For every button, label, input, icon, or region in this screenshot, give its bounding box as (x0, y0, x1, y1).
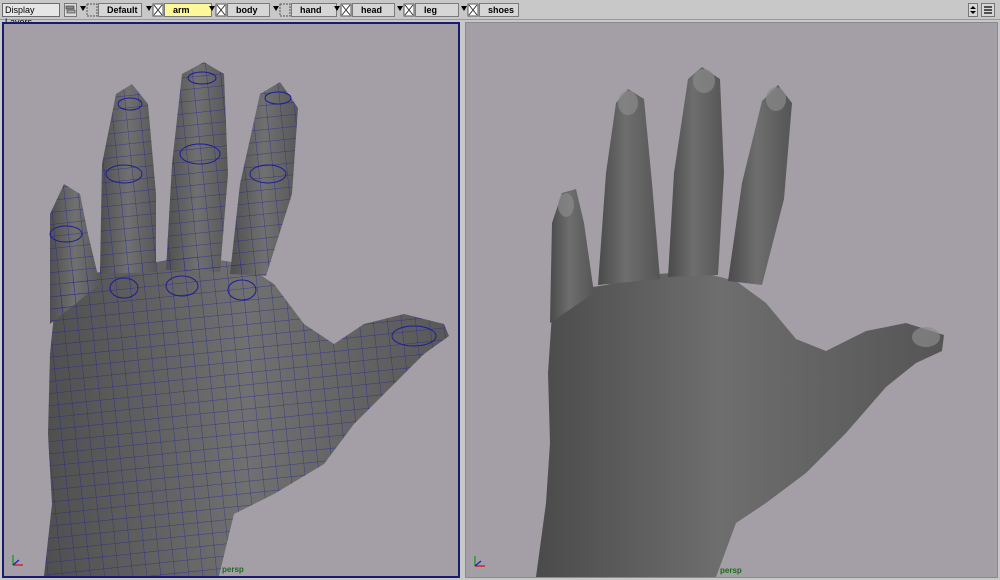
visibility-toggle-icon[interactable] (279, 3, 291, 17)
axis-gizmo-icon (472, 553, 488, 569)
visibility-toggle-icon[interactable] (215, 3, 227, 17)
layer-name[interactable]: hand (291, 3, 337, 17)
layer-name[interactable]: shoes (479, 3, 519, 17)
layer-body[interactable]: body (215, 3, 270, 17)
layer-name[interactable]: leg (415, 3, 459, 17)
layer-menu-button[interactable] (981, 3, 995, 17)
visibility-toggle-icon[interactable] (340, 3, 352, 17)
layer-hand[interactable]: hand (279, 3, 337, 17)
scroll-layers-button[interactable] (968, 3, 978, 17)
layer-options-icon[interactable] (64, 3, 77, 17)
visibility-toggle-icon[interactable] (152, 3, 164, 17)
layer-shoes[interactable]: shoes (467, 3, 519, 17)
layer-head[interactable]: head (340, 3, 395, 17)
camera-label: persp (222, 565, 244, 574)
layer-name[interactable]: head (352, 3, 395, 17)
hand-smooth-model (536, 67, 944, 577)
hand-silhouette (536, 67, 944, 577)
visibility-toggle-icon[interactable] (467, 3, 479, 17)
layer-toolbar: Display Layers Default arm body hand (0, 0, 1000, 27)
camera-label: persp (720, 566, 742, 575)
visibility-toggle-icon[interactable] (86, 3, 98, 17)
visibility-toggle-icon[interactable] (403, 3, 415, 17)
display-layers-dropdown[interactable]: Display Layers (2, 3, 60, 27)
layer-arm[interactable]: arm (152, 3, 212, 17)
viewport-wireframe-shaded[interactable]: persp (2, 22, 460, 578)
axis-gizmo-icon (10, 552, 26, 568)
layer-leg[interactable]: leg (403, 3, 459, 17)
layer-name[interactable]: Default (98, 3, 142, 17)
layer-name[interactable]: body (227, 3, 270, 17)
hand-wireframe-model (44, 62, 449, 576)
viewport-smooth-shaded[interactable]: persp (465, 22, 998, 578)
layer-default[interactable]: Default (86, 3, 142, 17)
layer-name[interactable]: arm (164, 3, 212, 17)
